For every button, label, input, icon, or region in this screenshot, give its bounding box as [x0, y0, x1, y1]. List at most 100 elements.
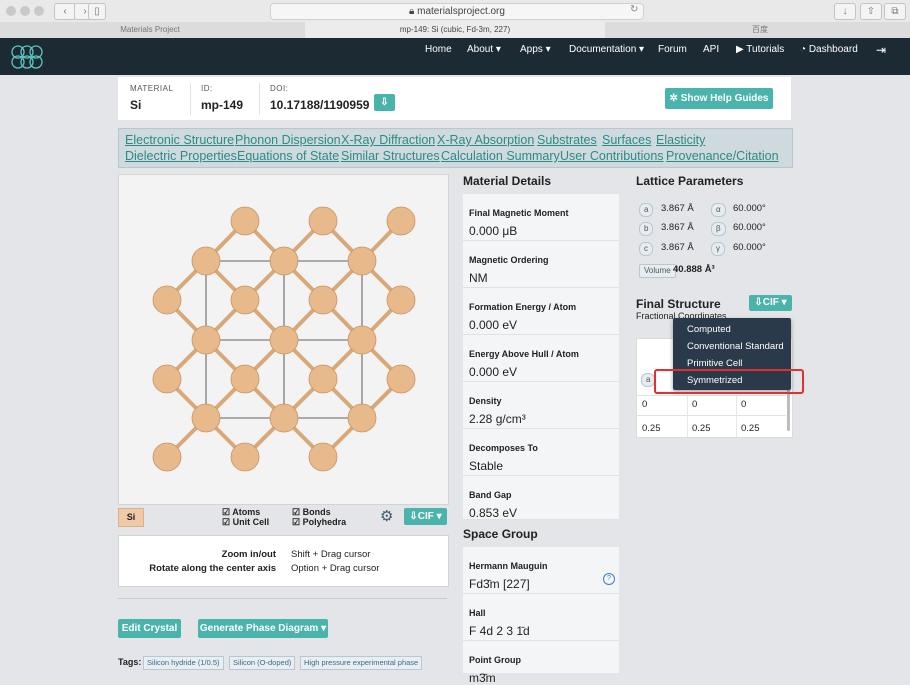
address-bar[interactable]: 🔒︎ materialsproject.org	[270, 3, 644, 20]
param-value: 60.000°	[733, 203, 766, 214]
back-icon[interactable]: ‹	[54, 3, 76, 20]
materials-project-logo[interactable]	[8, 40, 46, 74]
tab-elasticity[interactable]: Elasticity	[656, 133, 705, 147]
tab-electronic-structure[interactable]: Electronic Structure	[125, 133, 234, 147]
tags-label: Tags:	[118, 657, 142, 667]
generate-phase-diagram-button[interactable]: Generate Phase Diagram ▾	[198, 619, 328, 638]
tab-surfaces[interactable]: Surfaces	[602, 133, 651, 147]
detail-label: Point Group	[469, 655, 521, 665]
highlight-box	[654, 369, 804, 394]
zoom-window-icon[interactable]	[34, 6, 44, 16]
question-icon[interactable]: ?	[603, 573, 615, 585]
tag-item[interactable]: Silicon (O-doped)	[229, 656, 296, 670]
share-icon[interactable]: ⇧	[860, 3, 882, 20]
detail-value: Stable	[469, 459, 504, 473]
table-cell: 0.25	[642, 423, 661, 434]
nav-documentation[interactable]: Documentation ▾	[569, 38, 644, 75]
tab-similar-structures[interactable]: Similar Structures	[341, 149, 440, 163]
tab-dielectric-properties[interactable]: Dielectric Properties	[125, 149, 237, 163]
show-help-guides-button[interactable]: ✲ Show Help Guides	[665, 88, 773, 109]
tab-phonon-dispersion[interactable]: Phonon Dispersion	[235, 133, 341, 147]
menu-item-computed[interactable]: Computed	[687, 324, 731, 335]
param-key: γ	[711, 242, 725, 256]
detail-label: Formation Energy / Atom	[469, 302, 577, 312]
crystal-structure-3d[interactable]	[119, 175, 448, 504]
browser-tab[interactable]: Materials Project	[0, 22, 300, 38]
tab-equations-of-state[interactable]: Equations of State	[237, 149, 339, 163]
browser-tab[interactable]: 百度	[610, 22, 910, 38]
download-icon[interactable]: ⇩	[374, 94, 395, 111]
detail-value: m3̄m	[469, 671, 496, 685]
nav-tutorials-label: Tutorials	[746, 44, 785, 55]
tab-calculation-summary[interactable]: Calculation Summary	[441, 149, 560, 163]
help-action: Rotate along the center axis	[149, 563, 276, 574]
nav-api[interactable]: API	[703, 38, 719, 75]
downloads-icon[interactable]: ↓	[834, 3, 856, 20]
nav-apps[interactable]: Apps ▾	[520, 38, 551, 75]
viewer-help: Zoom in/out Shift + Drag cursor Rotate a…	[118, 535, 449, 587]
detail-value: Fd3̄m [227]	[469, 577, 530, 591]
atom-si	[347, 325, 377, 355]
param-value: 3.867 Å	[661, 222, 694, 233]
tabs-overview-icon[interactable]: ⧉	[884, 3, 906, 20]
detail-row: Hall F 4d 2 3 1̄d	[463, 594, 619, 641]
detail-row: Magnetic Ordering NM	[463, 241, 619, 288]
tab-xray-absorption[interactable]: X-Ray Absorption	[437, 133, 534, 147]
browser-tab-active[interactable]: mp-149: Si (cubic, Fd-3m, 227)	[305, 22, 605, 38]
bonds-label: Bonds	[302, 507, 331, 517]
structure-cif-button[interactable]: ⇩CIF ▾	[749, 295, 792, 311]
tag-item[interactable]: High pressure experimental phase	[300, 656, 423, 670]
logout-icon[interactable]: ⇥	[876, 38, 886, 75]
nav-tutorials[interactable]: ▶ Tutorials	[736, 38, 784, 75]
detail-row: Band Gap 0.853 eV	[463, 476, 619, 520]
detail-row: Density 2.28 g/cm³	[463, 382, 619, 429]
atom-si	[308, 442, 338, 472]
viewer-toolbar: Si ☑ Atoms ☑ Unit Cell ☑ Bonds ☑ Polyhed…	[118, 505, 447, 529]
menu-item-conventional-standard[interactable]: Conventional Standard	[687, 341, 784, 352]
detail-label: Decomposes To	[469, 443, 538, 453]
tab-substrates[interactable]: Substrates	[537, 133, 597, 147]
volume-value: 40.888 Å³	[673, 264, 715, 275]
nav-home[interactable]: Home	[425, 38, 452, 75]
atom-si	[386, 285, 416, 315]
detail-row: Hermann Mauguin Fd3̄m [227]?	[463, 547, 619, 594]
crystal-viewer[interactable]	[118, 174, 449, 505]
atom-si	[386, 206, 416, 236]
sidebar-icon[interactable]: ▯	[88, 3, 106, 20]
id-label: ID:	[201, 84, 213, 93]
dashboard-icon: ◔	[800, 44, 809, 55]
edit-crystal-button[interactable]: Edit Crystal	[118, 619, 181, 638]
tab-provenance-citation[interactable]: Provenance/Citation	[666, 149, 779, 163]
unit-cell-checkbox[interactable]: ☑ Unit Cell	[222, 517, 269, 528]
property-tabs: Electronic Structure Phonon Dispersion X…	[118, 128, 793, 168]
help-button-label: Show Help Guides	[680, 93, 769, 104]
browser-tabs: Materials Project mp-149: Si (cubic, Fd-…	[0, 22, 910, 39]
atom-si	[269, 246, 299, 276]
minimize-window-icon[interactable]	[20, 6, 30, 16]
detail-label: Hermann Mauguin	[469, 561, 548, 571]
nav-forum[interactable]: Forum	[658, 38, 687, 75]
detail-row: Formation Energy / Atom 0.000 eV	[463, 288, 619, 335]
help-key: Shift + Drag cursor	[291, 549, 371, 560]
polyhedra-label: Polyhedra	[302, 517, 347, 527]
doi-value[interactable]: 10.17188/1190959	[270, 98, 369, 112]
nav-about[interactable]: About ▾	[467, 38, 501, 75]
element-badge-si[interactable]: Si	[118, 508, 144, 527]
material-label: MATERIAL	[130, 84, 174, 93]
param-key: α	[711, 203, 726, 217]
nav-dashboard-label: Dashboard	[808, 44, 858, 55]
detail-value: NM	[469, 271, 488, 285]
table-cell: 0.25	[692, 423, 711, 434]
tab-xray-diffraction[interactable]: X-Ray Diffraction	[341, 133, 435, 147]
viewer-cif-button[interactable]: ⇩CIF ▾	[404, 508, 447, 525]
close-window-icon[interactable]	[6, 6, 16, 16]
robot-icon[interactable]: ⚙	[380, 507, 393, 525]
tag-item[interactable]: Silicon hydride (1/0.5)	[143, 656, 224, 670]
menu-item-primitive-cell[interactable]: Primitive Cell	[687, 358, 742, 369]
tab-user-contributions[interactable]: User Contributions	[560, 149, 664, 163]
polyhedra-checkbox[interactable]: ☑ Polyhedra	[292, 517, 346, 528]
nav-dashboard[interactable]: ◔ Dashboard	[800, 38, 858, 75]
param-key: c	[639, 242, 653, 256]
viewer-cif-label: CIF ▾	[417, 511, 442, 522]
reload-icon[interactable]: ↻	[630, 4, 638, 15]
